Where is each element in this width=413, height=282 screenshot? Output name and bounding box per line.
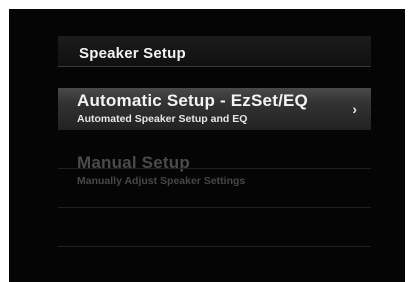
automatic-setup-title: Automatic Setup - EzSet/EQ bbox=[77, 91, 308, 110]
manual-setup-option[interactable]: Manual Setup Manually Adjust Speaker Set… bbox=[58, 150, 371, 192]
divider bbox=[58, 246, 371, 247]
automatic-setup-option[interactable]: Automatic Setup - EzSet/EQ Automated Spe… bbox=[58, 88, 371, 130]
manual-setup-subtitle: Manually Adjust Speaker Settings bbox=[77, 175, 246, 187]
setup-menu: Automatic Setup - EzSet/EQ Automated Spe… bbox=[58, 88, 371, 212]
automatic-setup-subtitle: Automated Speaker Setup and EQ bbox=[77, 113, 248, 125]
page-title: Speaker Setup bbox=[79, 45, 186, 62]
divider bbox=[58, 168, 371, 169]
manual-setup-title: Manual Setup bbox=[77, 153, 190, 172]
divider bbox=[58, 207, 371, 208]
chevron-right-icon: › bbox=[352, 101, 357, 117]
menu-header: Speaker Setup bbox=[58, 36, 371, 67]
